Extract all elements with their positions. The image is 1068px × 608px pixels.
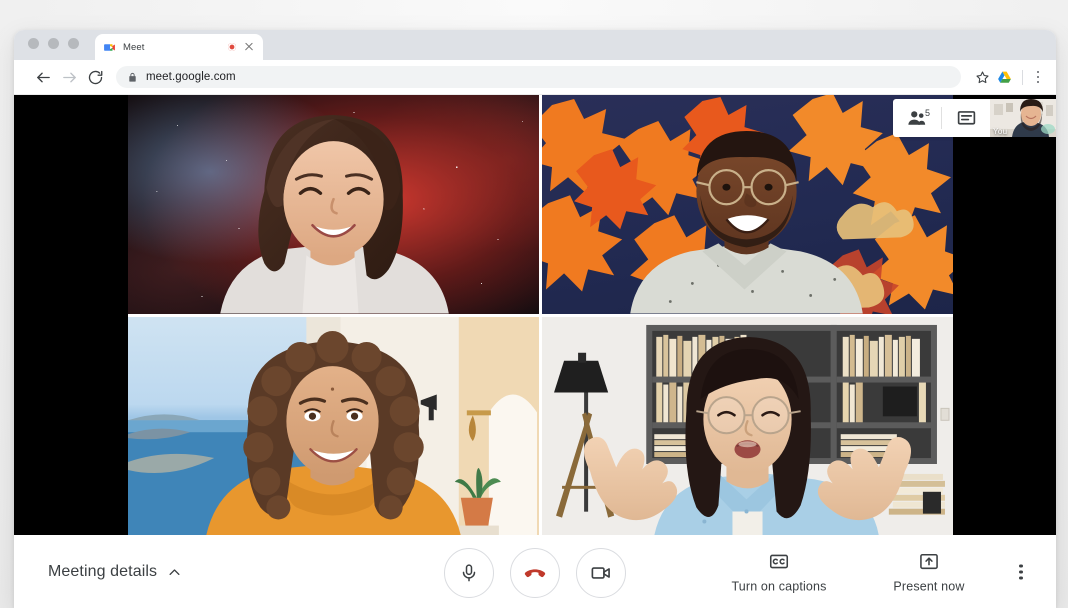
microphone-icon [459,563,479,583]
google-drive-icon[interactable] [993,66,1015,88]
present-now-button[interactable]: Present now [854,551,1004,594]
lock-icon [127,72,138,83]
tab-title: Meet [123,41,145,53]
google-meet-icon [103,41,116,54]
browser-tab-meet[interactable]: Meet [95,34,263,60]
meeting-details-button[interactable]: Meeting details [48,563,182,581]
reload-icon[interactable] [82,64,108,90]
participant-tile-3[interactable] [128,316,539,535]
address-bar[interactable]: meet.google.com [116,66,961,88]
participant-video-1 [220,115,449,314]
end-call-icon [523,561,547,585]
meet-app: 5 You Meeting details Turn on captions P… [14,95,1056,608]
window-traffic-lights[interactable] [28,30,79,60]
more-options-button[interactable] [1008,559,1034,585]
video-stage: 5 You [14,95,1056,535]
url-text: meet.google.com [146,71,236,83]
participant-tile-1[interactable] [128,95,539,314]
close-icon[interactable] [243,41,255,53]
browser-toolbar: meet.google.com [14,60,1056,95]
participant-video-3 [206,330,461,535]
end-call-button[interactable] [510,548,560,598]
participant-count-badge: 5 [924,108,930,118]
participant-tile-2[interactable] [542,95,953,314]
window-maximize-dot[interactable] [68,37,79,49]
chevron-up-icon [167,565,182,580]
meeting-details-label: Meeting details [48,563,158,580]
window-close-dot[interactable] [28,37,39,49]
captions-label: Turn on captions [731,579,827,594]
people-button[interactable]: 5 [893,99,941,137]
self-view-label: You [993,127,1008,136]
camera-button[interactable] [576,548,626,598]
browser-window: Meet meet.google.com 5 You Meeting detai… [14,30,1056,608]
forward-arrow-icon [56,64,82,90]
participant-grid [128,95,953,535]
present-now-label: Present now [893,579,965,594]
self-view-tile[interactable]: You [990,99,1056,137]
chat-button[interactable] [942,99,990,137]
participant-video-4 [583,336,912,535]
back-arrow-icon[interactable] [30,64,56,90]
tab-strip: Meet [14,30,1056,60]
microphone-button[interactable] [444,548,494,598]
participant-tile-4[interactable] [542,316,953,535]
participant-video-2 [630,131,863,314]
camera-icon [590,562,612,584]
toolbar-divider [1022,69,1023,85]
present-screen-icon [918,551,940,573]
kebab-menu-icon[interactable] [1030,69,1046,85]
window-minimize-dot[interactable] [48,37,59,49]
recording-dot-icon [228,43,236,51]
chat-icon [956,108,977,129]
captions-button[interactable]: Turn on captions [704,551,854,594]
call-controls [444,548,626,598]
meet-control-bar: Meeting details Turn on captions Present… [14,535,1056,608]
closed-caption-icon [768,551,790,573]
meet-top-right-panel: 5 You [893,99,1056,137]
star-icon[interactable] [971,66,993,88]
secondary-controls: Turn on captions Present now [704,551,1034,594]
